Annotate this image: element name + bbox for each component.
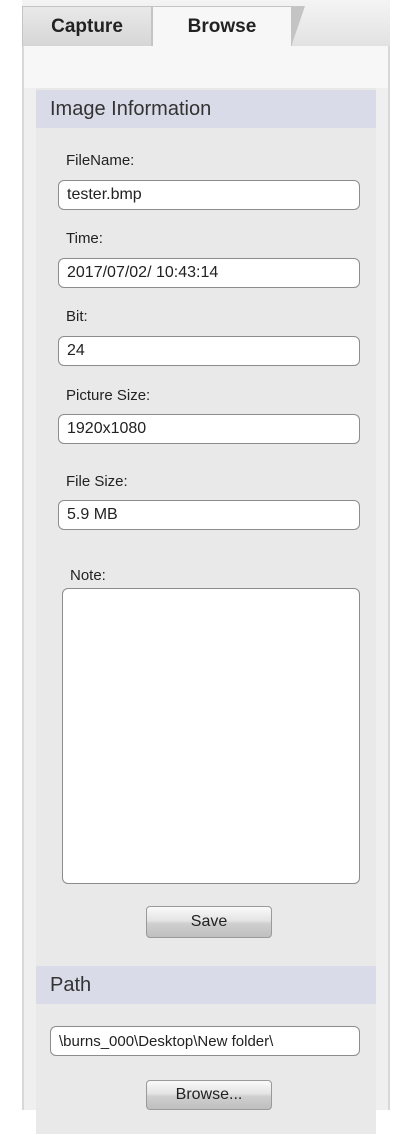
note-label: Note: [70, 567, 106, 584]
filename-field[interactable] [58, 180, 360, 210]
tab-browse[interactable]: Browse [152, 6, 305, 47]
file-size-field[interactable] [58, 500, 360, 530]
browse-button-label: Browse... [175, 1086, 243, 1103]
time-field[interactable] [58, 258, 360, 288]
panel-top-spacer [24, 46, 388, 88]
bit-field[interactable] [58, 336, 360, 366]
browse-panel-window: Capture Browse Image Information Path Fi… [0, 0, 405, 1135]
picture-size-label: Picture Size: [66, 387, 151, 404]
tab-capture[interactable]: Capture [22, 6, 152, 46]
save-button[interactable]: Save [146, 906, 272, 938]
image-info-title: Image Information [50, 97, 212, 120]
save-button-label: Save [190, 913, 228, 930]
picture-size-field[interactable] [58, 414, 360, 444]
file-size-label: File Size: [66, 473, 128, 490]
path-field[interactable] [50, 1026, 360, 1056]
filename-label: FileName: [66, 152, 135, 169]
tab-strip: Capture Browse [22, 0, 390, 47]
browse-button[interactable]: Browse... [146, 1080, 272, 1110]
note-textarea[interactable] [62, 588, 360, 884]
image-info-header: Image Information [36, 90, 376, 128]
path-title: Path [50, 973, 92, 996]
time-label: Time: [66, 230, 103, 247]
bit-label: Bit: [66, 308, 88, 325]
path-header: Path [36, 966, 376, 1004]
